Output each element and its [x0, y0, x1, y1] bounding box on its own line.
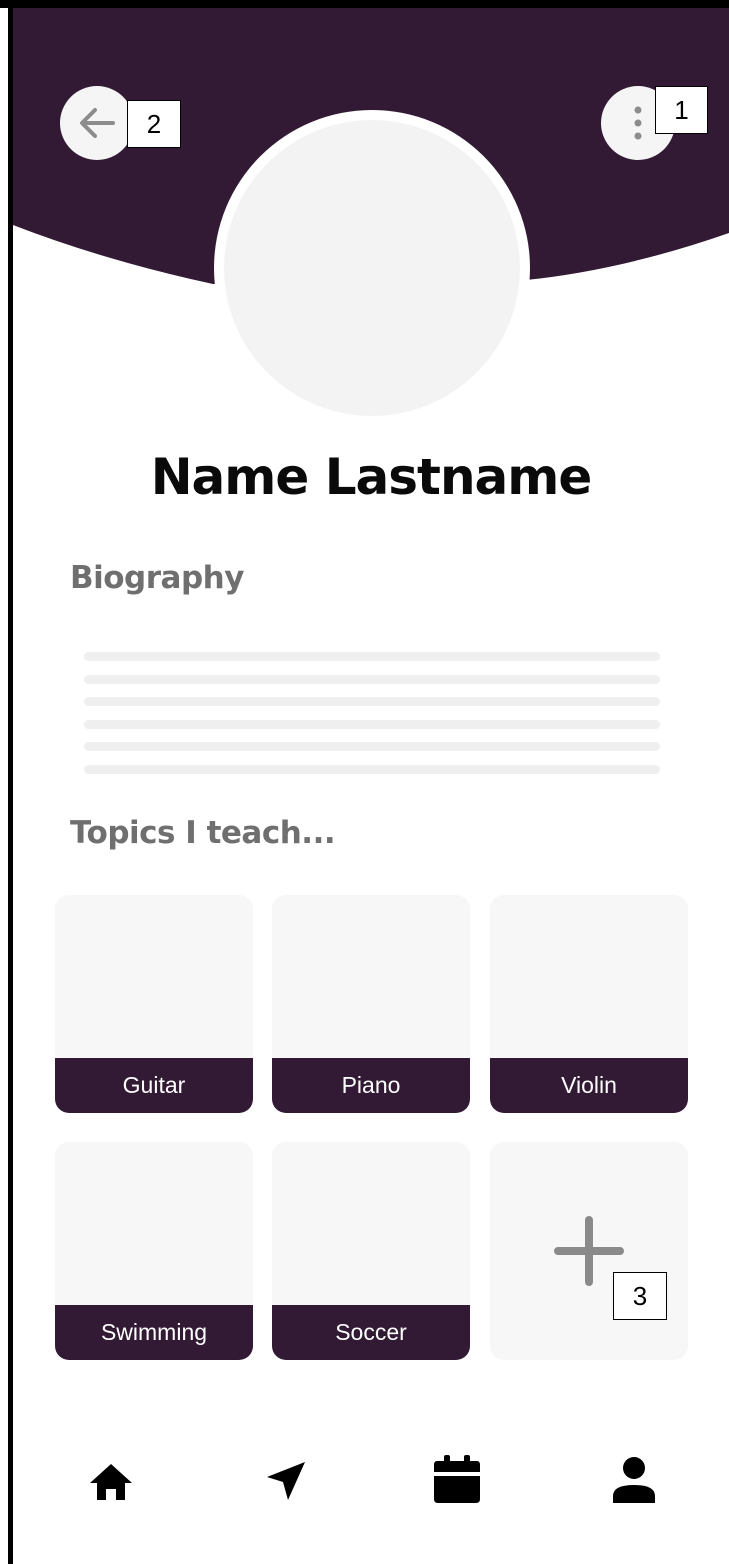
annotation-label-3: 3: [613, 1272, 667, 1320]
annotation-label-2: 2: [127, 100, 181, 148]
biography-line: [84, 652, 660, 661]
send-icon[interactable]: [265, 1460, 307, 1502]
arrow-left-icon: [80, 108, 115, 138]
topics-title: Topics I teach...: [70, 815, 336, 851]
topic-tile-guitar[interactable]: Guitar: [55, 895, 253, 1113]
profile-icon[interactable]: [612, 1456, 656, 1504]
more-vertical-icon: [634, 106, 642, 140]
biography-line: [84, 764, 660, 774]
topic-tile-swimming[interactable]: Swimming: [55, 1142, 253, 1360]
biography-line: [84, 719, 660, 729]
topic-label: Soccer: [272, 1305, 470, 1360]
avatar[interactable]: [224, 120, 520, 416]
biography-line: [84, 674, 660, 684]
biography-line: [84, 697, 660, 706]
biography-line: [84, 742, 660, 751]
topic-label: Swimming: [55, 1305, 253, 1360]
topic-label: Violin: [490, 1058, 688, 1113]
biography-title: Biography: [70, 560, 244, 596]
topic-tile-soccer[interactable]: Soccer: [272, 1142, 470, 1360]
calendar-icon[interactable]: [433, 1455, 481, 1507]
add-topic-button[interactable]: [490, 1142, 688, 1360]
topic-label: Piano: [272, 1058, 470, 1113]
back-button[interactable]: [60, 86, 134, 160]
annotation-label-1: 1: [655, 86, 708, 134]
topic-tile-piano[interactable]: Piano: [272, 895, 470, 1113]
biography-text-placeholder: [84, 652, 660, 787]
frame-border-top: [0, 0, 729, 8]
profile-name: Name Lastname: [150, 448, 593, 506]
topic-tile-violin[interactable]: Violin: [490, 895, 688, 1113]
home-icon[interactable]: [89, 1463, 133, 1501]
topic-label: Guitar: [55, 1058, 253, 1113]
